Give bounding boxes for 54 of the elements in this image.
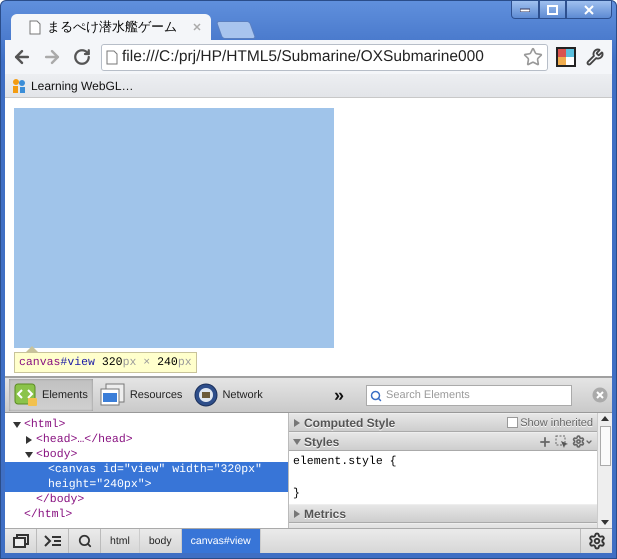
dom-node[interactable]: <body> — [36, 447, 82, 462]
scrollbar[interactable] — [597, 413, 612, 528]
bookmark-link[interactable]: Learning WebGL… — [11, 78, 134, 94]
section-header[interactable]: Metrics — [289, 504, 597, 523]
address-bar[interactable]: file:///C:/prj/HP/HTML5/Submarine/OXSubmarine000 — [101, 44, 548, 70]
gear-menu-icon[interactable] — [572, 435, 593, 448]
add-icon[interactable] — [538, 434, 552, 448]
show-inherited-checkbox[interactable]: Show inherited — [507, 416, 593, 428]
breadcrumb[interactable]: canvas#view — [182, 529, 261, 553]
more-panels-button[interactable]: » — [334, 384, 344, 406]
expanded-triangle-icon[interactable] — [13, 420, 21, 428]
select-element-icon[interactable] — [555, 434, 569, 448]
wrench-icon[interactable] — [584, 46, 606, 68]
closing-tag: </body> — [36, 492, 88, 507]
minimize-icon — [520, 8, 530, 12]
element-size-tooltip: canvas#view 320px × 240px — [14, 352, 197, 373]
window-stack-icon — [100, 383, 126, 407]
panel-tab[interactable]: Elements — [9, 379, 93, 411]
minimize-button[interactable] — [511, 1, 539, 19]
scroll-down-icon[interactable] — [601, 520, 609, 525]
globe-icon — [194, 383, 218, 407]
page-icon — [29, 20, 41, 34]
reload-button[interactable] — [71, 46, 93, 68]
closing-tag: </html> — [24, 507, 76, 522]
code-brackets-icon — [14, 383, 38, 407]
search-field[interactable]: Search Elements — [366, 384, 572, 406]
section-header[interactable]: Styles — [289, 432, 597, 451]
selected-node-row[interactable]: <canvas id="view" width="320px" height="240px"> — [5, 462, 288, 492]
panel-tab[interactable]: Resources — [94, 379, 188, 411]
breadcrumb[interactable]: html — [101, 529, 140, 553]
maximize-button[interactable] — [539, 1, 566, 19]
page-icon — [106, 50, 118, 64]
expanded-triangle-icon[interactable] — [25, 450, 33, 458]
browser-tab[interactable]: まるぺけ潜水艦ゲーム — [11, 14, 211, 40]
windows-icon — [12, 534, 28, 548]
close-icon — [584, 4, 594, 14]
settings-icon — [588, 532, 606, 550]
maximize-icon — [547, 4, 558, 14]
dom-node[interactable]: <canvas id="view" width="320px" height="240px"> — [48, 462, 288, 492]
panel-tab[interactable]: Network — [189, 379, 268, 411]
dom-node[interactable]: <html> — [24, 417, 70, 432]
close-button[interactable] — [566, 1, 612, 19]
collapsed-triangle-icon[interactable] — [25, 436, 33, 444]
scroll-up-icon[interactable] — [601, 416, 609, 421]
scroll-thumb[interactable] — [600, 426, 610, 466]
dom-node[interactable]: <head>…</head> — [36, 432, 137, 447]
search-icon — [78, 534, 92, 548]
console-icon — [44, 535, 62, 547]
section-header[interactable]: Computed Style Show inherited — [289, 413, 597, 432]
search-icon — [370, 390, 382, 402]
style-rules: element.style { } — [292, 454, 398, 502]
people-icon — [11, 78, 27, 94]
extension-icon[interactable] — [556, 47, 576, 67]
star-icon[interactable] — [523, 47, 543, 67]
